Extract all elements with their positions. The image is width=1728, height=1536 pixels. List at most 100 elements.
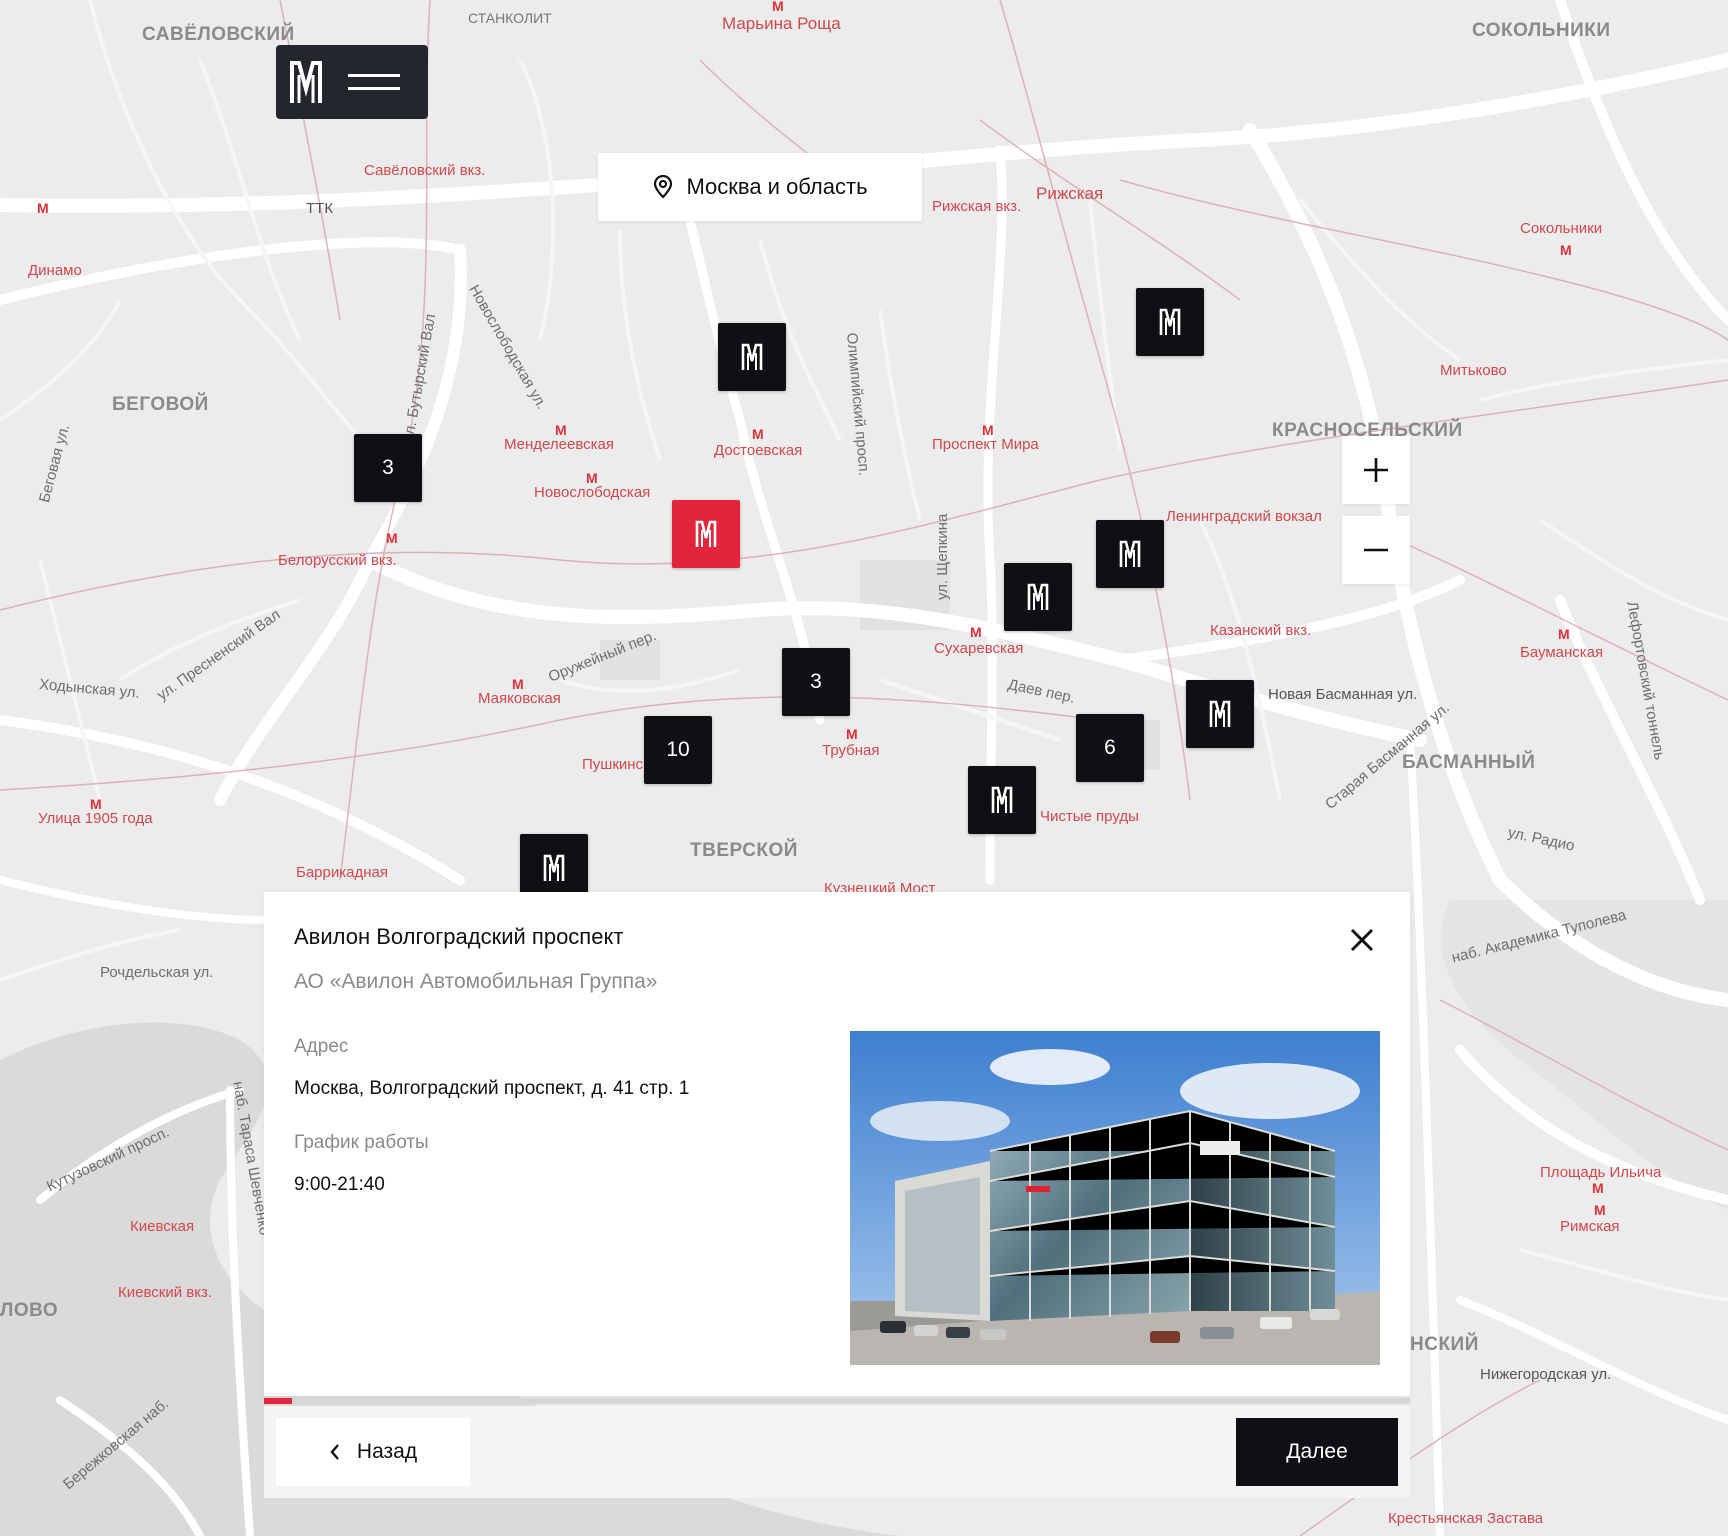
dealer-marker[interactable]: [1096, 520, 1164, 588]
street-label: ул. Щепкина: [934, 513, 951, 600]
metro-label: Белорусский вкз.: [278, 552, 397, 569]
district-label: ТВЕРСКОЙ: [690, 840, 798, 861]
metro-label: Бауманская: [1520, 644, 1604, 661]
metro-label: Трубная: [822, 742, 880, 759]
region-selector-button[interactable]: Москва и область: [598, 153, 922, 221]
street-label: Новая Басманная ул.: [1268, 686, 1418, 703]
metro-icon: М: [586, 470, 598, 486]
metro-label: Площадь Ильича: [1540, 1164, 1662, 1181]
metro-label: Митьково: [1440, 362, 1507, 379]
metro-icon: М: [512, 676, 524, 692]
metro-icon: М: [846, 726, 858, 742]
zoom-out-button[interactable]: [1342, 516, 1410, 584]
brand-m-icon: [1209, 700, 1231, 727]
cluster-marker[interactable]: 6: [1076, 714, 1144, 782]
address-value: Москва, Волгоградский проспект, д. 41 ст…: [294, 1078, 690, 1099]
metro-label: Марьина Роща: [722, 14, 841, 33]
wizard-footer: Назад Далее: [264, 1406, 1410, 1498]
next-button-label: Далее: [1286, 1440, 1348, 1463]
metro-label: Савёловский вкз.: [364, 162, 486, 179]
metro-icon: М: [752, 426, 764, 442]
metro-label: Сухаревская: [934, 640, 1024, 657]
brand-m-icon: [741, 343, 763, 370]
dealer-info-card: Авилон Волгоградский проспект АО «Авилон…: [264, 892, 1410, 1404]
metro-label: Казанский вкз.: [1210, 622, 1312, 639]
brand-m-icon: [543, 854, 565, 881]
metro-icon: М: [1558, 626, 1570, 642]
metro-label: Киевская: [130, 1218, 195, 1235]
district-label: БЕГОВОЙ: [112, 394, 209, 415]
dealer-marker[interactable]: [1186, 680, 1254, 748]
metro-label: Римская: [1560, 1218, 1620, 1235]
brand-m-icon: [991, 786, 1013, 813]
metro-icon: М: [37, 200, 49, 216]
cluster-marker[interactable]: 3: [354, 434, 422, 502]
dealer-marker[interactable]: [1136, 288, 1204, 356]
metro-label: Сокольники: [1520, 220, 1603, 237]
header-logo-bar: [276, 45, 428, 119]
street-label: Нижегородская ул.: [1480, 1366, 1612, 1383]
metro-icon: М: [1560, 242, 1572, 258]
dealership-building-photo: [850, 1031, 1380, 1365]
metro-label: Менделеевская: [504, 436, 614, 453]
brand-m-icon: [1027, 583, 1049, 610]
zoom-in-button[interactable]: [1342, 436, 1410, 504]
street-label: Рочдельская ул.: [100, 964, 214, 981]
brand-m-icon: [695, 520, 717, 547]
metro-label: Ленинградский вокзал: [1166, 508, 1322, 525]
metro-icon: М: [386, 530, 398, 546]
dealer-marker[interactable]: [718, 323, 786, 391]
address-label: Адрес: [294, 1036, 349, 1057]
hours-value: 9:00-21:40: [294, 1174, 385, 1195]
metro-icon: М: [772, 0, 784, 14]
district-label: ЛОВО: [0, 1300, 59, 1321]
step-progress-bar: [264, 1398, 1410, 1404]
cluster-count: 6: [1104, 736, 1116, 759]
district-label: СТАНКОЛИТ: [468, 10, 552, 26]
plus-icon: [1364, 458, 1388, 482]
region-label: Москва и область: [686, 174, 868, 199]
step-progress-fill: [264, 1398, 292, 1404]
brand-m-icon: [1159, 308, 1181, 335]
metro-icon: М: [1594, 1202, 1606, 1218]
dealer-marker[interactable]: [968, 766, 1036, 834]
metro-icon: М: [970, 624, 982, 640]
brand-m-icon: [1119, 540, 1141, 567]
brand-m-icon[interactable]: [290, 59, 322, 105]
close-icon[interactable]: [1348, 926, 1376, 954]
metro-icon: М: [555, 422, 567, 438]
metro-icon: М: [90, 796, 102, 812]
district-label: НСКИЙ: [1410, 1334, 1479, 1355]
cluster-count: 3: [382, 456, 394, 479]
cluster-marker[interactable]: 10: [644, 716, 712, 784]
cluster-marker[interactable]: 3: [782, 648, 850, 716]
metro-label: Рижская: [1036, 184, 1104, 203]
metro-label: Киевский вкз.: [118, 1284, 212, 1301]
metro-label: Новослободская: [534, 484, 651, 501]
district-label: БАСМАННЫЙ: [1402, 752, 1536, 773]
back-button[interactable]: Назад: [276, 1418, 470, 1486]
district-label: САВЁЛОВСКИЙ: [142, 24, 295, 45]
dealer-company: АО «Авилон Автомобильная Группа»: [294, 970, 658, 993]
metro-label: Динамо: [28, 262, 82, 279]
metro-label: Чистые пруды: [1040, 808, 1139, 825]
metro-label: Рижская вкз.: [932, 198, 1022, 215]
back-button-label: Назад: [356, 1440, 418, 1463]
metro-label: Достоевская: [714, 442, 803, 459]
cluster-count: 3: [810, 670, 822, 693]
metro-label: Маяковская: [478, 690, 561, 707]
metro-label: Проспект Мира: [932, 436, 1039, 453]
street-label: ТТК: [306, 200, 334, 217]
chevron-left-icon: [330, 1444, 339, 1460]
cluster-count: 10: [666, 738, 690, 761]
dealer-marker[interactable]: [1004, 563, 1072, 631]
metro-icon: М: [982, 422, 994, 438]
metro-label: Улица 1905 года: [38, 810, 153, 827]
location-pin-icon: [654, 175, 673, 199]
next-button[interactable]: Далее: [1236, 1418, 1398, 1486]
metro-label: Баррикадная: [296, 864, 388, 881]
minus-icon: [1364, 548, 1388, 552]
district-label: СОКОЛЬНИКИ: [1472, 20, 1611, 41]
hamburger-menu-icon[interactable]: [348, 72, 400, 92]
dealer-marker-active[interactable]: [672, 500, 740, 568]
